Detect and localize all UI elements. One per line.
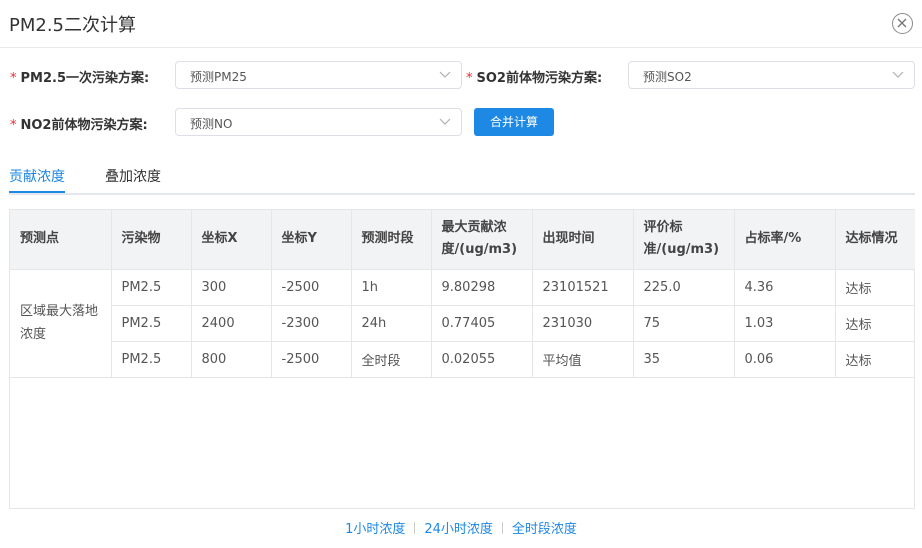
table-cell: 24h <box>351 305 432 342</box>
chevron-down-icon <box>439 71 451 78</box>
tab-superposition[interactable]: 叠加浓度 <box>105 166 161 186</box>
dialog-title: PM2.5二次计算 <box>9 15 137 36</box>
link-1h-concentration[interactable]: 1小时浓度 <box>345 522 405 537</box>
column-header: 污染物 <box>111 210 192 270</box>
merge-calculate-button[interactable]: 合并计算 <box>474 108 554 136</box>
column-header: 达标情况 <box>835 210 915 270</box>
table-cell: PM2.5 <box>111 341 192 378</box>
column-header: 预测时段 <box>351 210 432 270</box>
table-cell: 1h <box>351 269 432 306</box>
pm25-scheme-label: * PM2.5一次污染方案: <box>10 67 149 86</box>
table-cell: 23101521 <box>532 269 634 306</box>
table-cell: 0.06 <box>734 341 836 378</box>
dialog-header: PM2.5二次计算 <box>0 0 922 48</box>
no2-scheme-value: 预测NO <box>190 117 233 131</box>
table-cell: 2400 <box>191 305 272 342</box>
chevron-down-icon <box>892 71 904 78</box>
table-cell: 225.0 <box>633 269 735 306</box>
table-cell: 300 <box>191 269 272 306</box>
table-cell: 75 <box>633 305 735 342</box>
concentration-links: 1小时浓度 24小时浓度 全时段浓度 <box>0 518 922 538</box>
column-header: 预测点 <box>10 210 112 270</box>
required-mark: * <box>10 71 17 86</box>
no2-scheme-label: * NO2前体物污染方案: <box>10 114 148 133</box>
table-cell: 全时段 <box>351 341 432 378</box>
column-header: 最大贡献浓度/(ug/m3) <box>431 210 533 270</box>
link-24h-concentration[interactable]: 24小时浓度 <box>424 522 493 537</box>
chevron-down-icon <box>439 118 451 125</box>
column-header: 坐标Y <box>271 210 352 270</box>
table-cell: PM2.5 <box>111 305 192 342</box>
so2-scheme-label: * SO2前体物污染方案: <box>466 67 602 86</box>
table-cell: 800 <box>191 341 272 378</box>
close-button[interactable] <box>892 13 913 34</box>
so2-scheme-value: 预测SO2 <box>643 70 692 84</box>
column-header: 坐标X <box>191 210 272 270</box>
table-cell: 达标 <box>835 305 915 342</box>
table-cell: 1.03 <box>734 305 836 342</box>
column-header: 占标率/% <box>734 210 836 270</box>
table-cell: 4.36 <box>734 269 836 306</box>
table-cell: 231030 <box>532 305 634 342</box>
table-cell: -2500 <box>271 269 352 306</box>
so2-scheme-select[interactable]: 预测SO2 <box>628 61 915 89</box>
pm25-scheme-select[interactable]: 预测PM25 <box>175 61 462 89</box>
table-cell: 0.77405 <box>431 305 533 342</box>
prediction-point-cell: 区域最大落地浓度 <box>10 269 112 378</box>
link-divider <box>414 522 416 534</box>
table-cell: 35 <box>633 341 735 378</box>
required-mark: * <box>10 118 17 133</box>
no2-scheme-select[interactable]: 预测NO <box>175 108 462 136</box>
column-header: 出现时间 <box>532 210 634 270</box>
pm25-scheme-value: 预测PM25 <box>190 70 247 84</box>
link-full-period-concentration[interactable]: 全时段浓度 <box>512 522 577 537</box>
table-cell: 达标 <box>835 269 915 306</box>
column-header: 评价标准/(ug/m3) <box>633 210 735 270</box>
table-cell: -2300 <box>271 305 352 342</box>
table-row: PM2.5 2400 -2300 24h 0.77405 231030 75 1… <box>10 305 915 342</box>
table-cell: -2500 <box>271 341 352 378</box>
table-cell: PM2.5 <box>111 269 192 306</box>
table-header-row: 预测点 污染物 坐标X 坐标Y 预测时段 最大贡献浓度/(ug/m3) 出现时间… <box>10 210 915 270</box>
result-table: 预测点 污染物 坐标X 坐标Y 预测时段 最大贡献浓度/(ug/m3) 出现时间… <box>9 209 915 509</box>
table-cell: 0.02055 <box>431 341 533 378</box>
so2-scheme-label-text: SO2前体物污染方案: <box>476 71 603 86</box>
table-cell: 平均值 <box>532 341 634 378</box>
result-tabs: 贡献浓度 叠加浓度 <box>9 162 915 195</box>
link-divider <box>501 522 503 534</box>
table-row: 区域最大落地浓度 PM2.5 300 -2500 1h 9.80298 2310… <box>10 269 915 378</box>
table-cell: 达标 <box>835 341 915 378</box>
pm25-scheme-label-text: PM2.5一次污染方案: <box>20 71 150 86</box>
table-row: PM2.5 800 -2500 全时段 0.02055 平均值 35 0.06 … <box>10 341 915 378</box>
no2-scheme-label-text: NO2前体物污染方案: <box>20 118 148 133</box>
tab-contribution[interactable]: 贡献浓度 <box>9 166 65 193</box>
table-cell: 9.80298 <box>431 269 533 306</box>
required-mark: * <box>466 71 473 86</box>
close-icon <box>897 18 907 28</box>
